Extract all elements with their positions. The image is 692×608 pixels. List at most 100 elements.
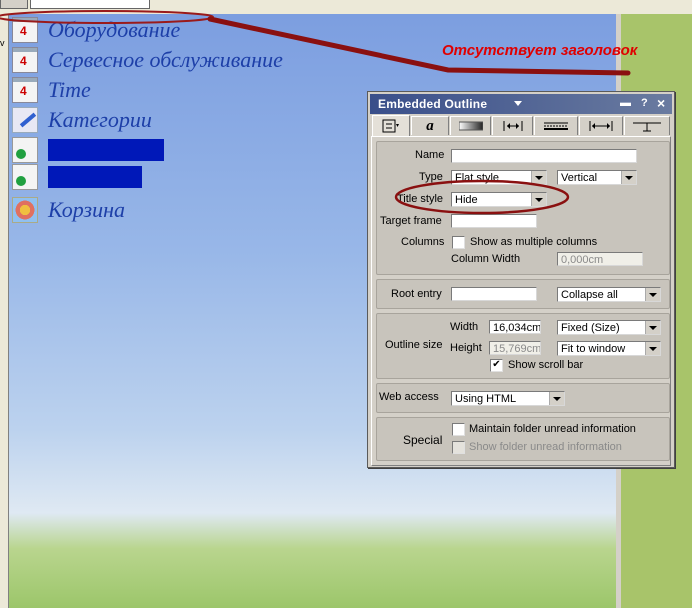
root-entry-input[interactable]	[451, 287, 537, 301]
dialog-titlebar[interactable]: Embedded Outline ▬ ? ×	[370, 94, 672, 114]
column-width-input[interactable]: 0,000cm	[557, 252, 643, 266]
nav-item-label: Сервесное обслуживание	[48, 47, 283, 72]
web-access-label: Web access	[379, 391, 439, 403]
orientation-select-value: Vertical	[561, 172, 598, 184]
nav-item-categories[interactable]: Категории	[12, 107, 152, 133]
nav-item-redacted-1[interactable]	[12, 137, 164, 163]
dialog-title: Embedded Outline	[378, 97, 488, 111]
title-style-label: Title style	[397, 193, 444, 205]
web-access-select[interactable]: Using HTML	[451, 391, 565, 406]
font-tab-label: a	[426, 117, 434, 134]
multiple-columns-label: Show as multiple columns	[470, 236, 598, 248]
type-select[interactable]: Flat style	[451, 170, 547, 185]
group-outline-size: Outline size Width 16,034cm Fixed (Size)…	[376, 313, 670, 379]
height-mode-select[interactable]: Fit to window	[557, 341, 661, 356]
hide-when-icon	[633, 122, 661, 132]
width-icon	[589, 121, 613, 131]
group-root-entry: Root entry Collapse all	[376, 279, 670, 309]
target-frame-input[interactable]	[451, 214, 537, 228]
multiple-columns-checkbox[interactable]	[452, 236, 465, 249]
columns-label: Columns	[401, 236, 445, 248]
chevron-down-icon	[531, 193, 546, 206]
chevron-down-icon	[645, 288, 660, 301]
name-label: Name	[415, 149, 445, 161]
maintain-unread-checkbox[interactable]	[452, 423, 465, 436]
target-frame-label: Target frame	[380, 215, 442, 227]
chevron-down-icon[interactable]	[514, 101, 522, 106]
tab-active[interactable]	[30, 0, 150, 9]
outline-size-label: Outline size	[385, 339, 443, 351]
type-select-value: Flat style	[455, 172, 500, 184]
height-label: Height	[450, 342, 482, 354]
menu-icon[interactable]: ▬	[620, 97, 631, 109]
root-entry-label: Root entry	[391, 288, 442, 300]
dialog-content: Name Type Flat style Vertical Title styl…	[371, 136, 671, 466]
scroll-bar-label: Show scroll bar	[508, 359, 584, 371]
nav-item-label: Корзина	[48, 197, 125, 222]
show-unread-label: Show folder unread information	[469, 441, 622, 453]
group-special: Special Maintain folder unread informati…	[376, 417, 670, 461]
tab-width[interactable]	[579, 116, 623, 135]
tab-color[interactable]	[450, 116, 491, 135]
nav-item-service[interactable]: Сервесное обслуживание	[12, 47, 283, 73]
title-style-select-value: Hide	[455, 194, 478, 206]
window-top-strip	[0, 0, 692, 15]
orientation-select[interactable]: Vertical	[557, 170, 637, 185]
tab-border[interactable]	[534, 116, 578, 135]
maintain-unread-label: Maintain folder unread information	[469, 423, 636, 435]
chevron-down-icon	[531, 171, 546, 184]
annotation-missing-header: Отсутствует заголовок	[442, 42, 638, 59]
chevron-down-icon	[621, 171, 636, 184]
calendar-icon	[12, 17, 38, 43]
calendar-icon	[12, 77, 38, 103]
name-input[interactable]	[451, 149, 637, 163]
group-web-access: Web access Using HTML	[376, 383, 670, 413]
tab-hide-when[interactable]	[624, 116, 670, 135]
nav-item-time[interactable]: Time	[12, 77, 91, 103]
width-mode-select[interactable]: Fixed (Size)	[557, 320, 661, 335]
chevron-down-icon	[645, 321, 660, 334]
left-ruler: v	[0, 14, 9, 608]
embedded-outline-dialog: Embedded Outline ▬ ? × a Name Type Flat …	[367, 91, 675, 468]
nav-item-trash[interactable]: Корзина	[12, 197, 125, 223]
web-access-value: Using HTML	[455, 393, 517, 405]
title-style-select[interactable]: Hide	[451, 192, 547, 207]
width-label: Width	[450, 321, 479, 333]
column-width-label: Column Width	[451, 253, 521, 265]
group-general: Name Type Flat style Vertical Title styl…	[376, 141, 670, 275]
width-mode-value: Fixed (Size)	[561, 322, 620, 334]
redacted-label	[48, 139, 164, 161]
nav-item-label: Категории	[48, 107, 152, 132]
nav-item-redacted-2[interactable]	[12, 164, 142, 190]
pen-icon	[12, 107, 38, 133]
ruler-mark: v	[0, 38, 5, 48]
nav-item-equipment[interactable]: Оборудование	[12, 17, 180, 43]
close-icon[interactable]: ×	[657, 95, 665, 111]
width-input[interactable]: 16,034cm	[489, 320, 541, 334]
info-tab-icon	[382, 119, 399, 133]
collapse-select[interactable]: Collapse all	[557, 287, 661, 302]
nav-item-label: Time	[48, 77, 91, 102]
type-label: Type	[419, 171, 443, 183]
dialog-tabs: a	[370, 115, 672, 136]
tab-spacing[interactable]	[492, 116, 533, 135]
tab-info[interactable]	[372, 115, 410, 136]
border-icon	[544, 122, 568, 130]
nav-item-label: Оборудование	[48, 17, 181, 42]
spacing-icon	[503, 121, 522, 131]
chevron-down-icon	[549, 392, 564, 405]
document-icon	[12, 137, 38, 163]
special-label: Special	[403, 433, 443, 447]
collapse-select-value: Collapse all	[561, 289, 618, 301]
color-bar-icon	[458, 121, 483, 131]
basket-icon	[12, 197, 38, 223]
tab-font[interactable]: a	[411, 116, 449, 135]
tab-left[interactable]	[0, 0, 28, 9]
height-input[interactable]: 15,769cm	[489, 341, 541, 355]
chevron-down-icon	[645, 342, 660, 355]
redacted-label	[48, 166, 142, 188]
scroll-bar-checkbox[interactable]: ✔	[490, 359, 503, 372]
help-icon[interactable]: ?	[641, 97, 648, 109]
show-unread-checkbox[interactable]	[452, 441, 465, 454]
calendar-icon	[12, 47, 38, 73]
